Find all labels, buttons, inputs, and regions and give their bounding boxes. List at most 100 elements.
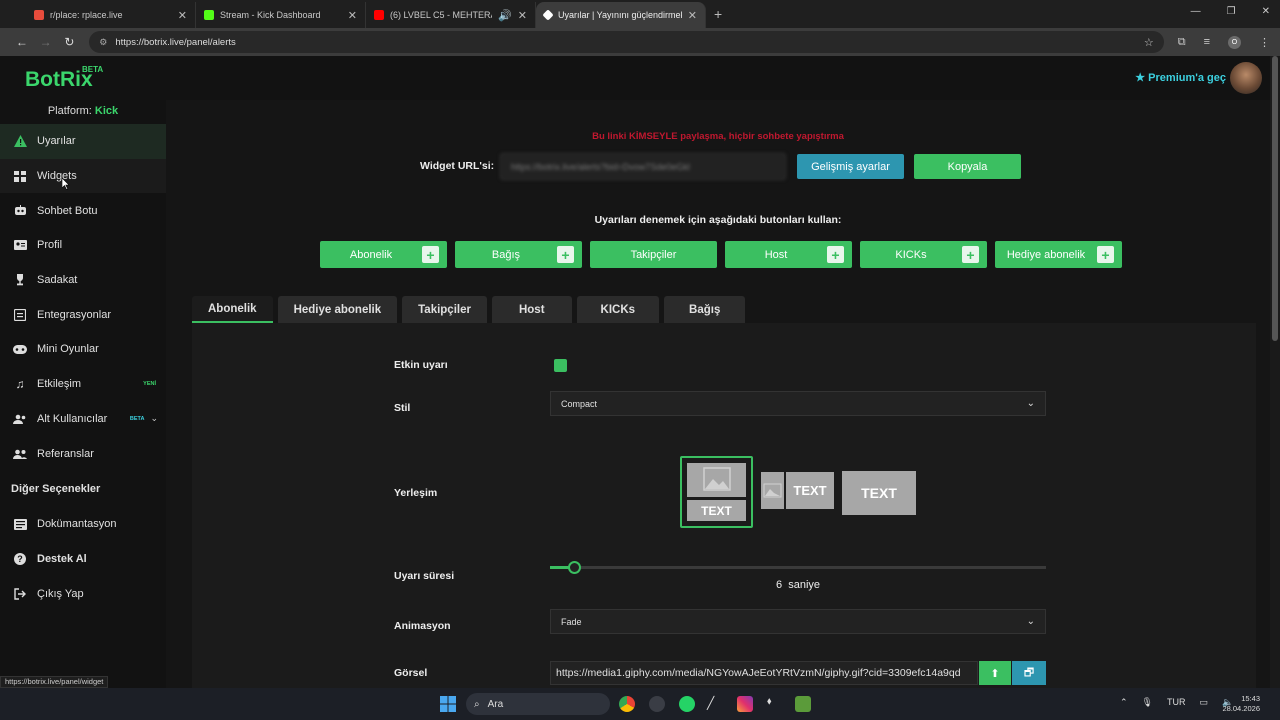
sidebar-item-dokumantasyon[interactable]: Dokümantasyon <box>0 507 166 542</box>
chevron-down-icon[interactable]: ⌄ <box>150 413 158 424</box>
animation-select[interactable]: Fade ⌄ <box>550 609 1046 634</box>
instagram-icon[interactable] <box>737 696 753 712</box>
test-takipciler-button[interactable]: Takipçiler <box>590 241 717 268</box>
slider-handle[interactable] <box>567 561 581 574</box>
tab-close-icon[interactable]: ✕ <box>518 9 527 22</box>
taskbar-clock[interactable]: 15:43 28.04.2026 <box>1222 694 1260 714</box>
image-url-field[interactable]: https://media1.giphy.com/media/NGYowAJeE… <box>550 661 978 685</box>
network-icon[interactable]: ▭ <box>1199 697 1208 708</box>
browser-tab-youtube[interactable]: (6) LVBEL C5 - MEHTERAN 🔊 ✕ <box>366 2 536 28</box>
layout-option-stacked[interactable]: TEXT <box>680 456 753 528</box>
sidebar-item-sohbet-botu[interactable]: Sohbet Botu <box>0 193 166 228</box>
tab-close-icon[interactable]: ✕ <box>178 9 187 22</box>
browser-tab-rplace[interactable]: r/place: rplace.live ✕ <box>26 2 196 28</box>
user-avatar[interactable] <box>1230 62 1262 94</box>
test-kicks-button[interactable]: KICKs + <box>860 241 987 268</box>
app-icon[interactable]: ⬧ <box>767 696 783 712</box>
duration-slider[interactable] <box>550 561 1046 574</box>
url-field[interactable]: ⚙ https://botrix.live/panel/alerts ☆ <box>89 31 1164 53</box>
layout-option-side-image-icon[interactable] <box>761 472 784 509</box>
tab-hediye-abonelik[interactable]: Hediye abonelik <box>277 296 398 323</box>
sidebar-item-mini-oyunlar[interactable]: Mini Oyunlar <box>0 332 166 367</box>
upload-icon[interactable]: ⬆ <box>979 661 1011 685</box>
widget-url-field[interactable]: https://botrix.live/alerts?bid=Dvow7Sde0… <box>500 153 786 180</box>
sidebar-item-etkilesim[interactable]: ♫ Etkileşim YENİ <box>0 367 166 402</box>
microphone-icon[interactable]: 🎙 <box>1142 697 1153 708</box>
test-buttons-row: Abonelik + Bağış + Takipçiler Host + KICKs +… <box>320 241 1122 268</box>
style-select[interactable]: Compact ⌄ <box>550 391 1046 416</box>
pen-icon[interactable]: ╱ <box>707 696 723 712</box>
test-abonelik-button[interactable]: Abonelik + <box>320 241 447 268</box>
layout-option-side-text[interactable]: TEXT <box>786 472 834 509</box>
sidebar-item-sadakat[interactable]: Sadakat <box>0 263 166 298</box>
botrix-favicon-icon <box>542 9 554 21</box>
sidebar-item-widgets[interactable]: Widgets <box>0 158 166 194</box>
platform-indicator: Platform: Kick <box>0 100 166 124</box>
test-instruction: Uyarıları denemek için aşağıdaki butonla… <box>594 214 842 226</box>
back-icon[interactable]: ← <box>10 35 34 49</box>
browser-tab-kick[interactable]: Stream - Kick Dashboard ✕ <box>196 2 366 28</box>
sidebar-item-label: Etkileşim <box>37 378 82 391</box>
rplace-favicon-icon <box>34 10 44 20</box>
test-button-label: Hediye abonelik <box>1006 248 1086 261</box>
test-hediye-abonelik-button[interactable]: Hediye abonelik + <box>995 241 1122 268</box>
scrollbar-thumb[interactable] <box>1272 56 1278 341</box>
copy-button[interactable]: Kopyala <box>914 154 1021 179</box>
robot-icon <box>13 204 27 218</box>
site-info-icon[interactable]: ⚙ <box>99 37 107 48</box>
sidebar-item-profil[interactable]: Profil <box>0 228 166 263</box>
sidebar-item-uyarilar[interactable]: Uyarılar <box>0 124 166 159</box>
tab-kicks[interactable]: KICKs <box>576 296 660 323</box>
reload-icon[interactable]: ↻ <box>58 35 82 49</box>
mouse-cursor-icon <box>62 178 70 190</box>
sidebar-item-cikis-yap[interactable]: Çıkış Yap <box>0 576 166 611</box>
tab-close-icon[interactable]: ✕ <box>348 9 357 22</box>
forward-icon[interactable]: → <box>34 35 58 49</box>
maximize-icon[interactable]: ❐ <box>1227 6 1236 17</box>
page-scrollbar[interactable] <box>1270 56 1280 688</box>
profile-icon[interactable]: O <box>1228 35 1241 49</box>
extensions-icon[interactable]: ⧉ <box>1178 36 1186 49</box>
taskbar-search[interactable]: ⌕ Ara <box>466 693 610 715</box>
tab-host[interactable]: Host <box>491 296 572 323</box>
close-window-icon[interactable]: ✕ <box>1262 6 1270 17</box>
minecraft-icon[interactable] <box>795 696 811 712</box>
chevron-up-icon[interactable]: ⌃ <box>1120 697 1128 708</box>
test-host-button[interactable]: Host + <box>725 241 852 268</box>
tab-takipciler[interactable]: Takipçiler <box>402 296 487 323</box>
test-bagis-button[interactable]: Bağış + <box>455 241 582 268</box>
gallery-icon[interactable]: 🗗 <box>1012 661 1046 685</box>
image-label: Görsel <box>394 667 428 679</box>
kick-app-icon[interactable] <box>823 696 839 712</box>
enabled-checkbox[interactable] <box>554 359 567 372</box>
tab-abonelik[interactable]: Abonelik <box>192 296 273 323</box>
grid-icon <box>13 169 27 183</box>
layout-option-overlay[interactable]: TEXT <box>842 471 916 515</box>
sidebar-item-alt-kullanicilar[interactable]: Alt Kullanıcılar BETA ⌄ <box>0 402 166 437</box>
app-icon[interactable] <box>649 696 665 712</box>
browser-tab-botrix[interactable]: Uyarılar | Yayınını güçlendirmek ✕ <box>536 2 706 28</box>
tab-close-icon[interactable]: ✕ <box>688 9 697 22</box>
windows-start-icon[interactable] <box>440 696 456 712</box>
sidebar-item-destek-al[interactable]: ? Destek Al <box>0 542 166 577</box>
botrix-logo[interactable]: BotRix BETA <box>25 65 103 92</box>
sidebar-item-referanslar[interactable]: Referanslar <box>0 436 166 471</box>
advanced-settings-button[interactable]: Gelişmiş ayarlar <box>797 154 904 179</box>
bookmark-star-icon[interactable]: ☆ <box>1144 36 1154 49</box>
gamepad-icon <box>13 342 27 356</box>
menu-dots-icon[interactable]: ⋮ <box>1259 36 1270 49</box>
whatsapp-icon[interactable] <box>679 696 695 712</box>
premium-link[interactable]: ★ Premium'a geç <box>1135 71 1226 84</box>
slider-fill <box>550 566 570 569</box>
media-control-icon[interactable]: ≡ <box>1204 36 1210 48</box>
chrome-icon[interactable] <box>619 696 635 712</box>
language-indicator[interactable]: TUR <box>1167 697 1186 708</box>
tab-bagis[interactable]: Bağış <box>664 296 746 323</box>
clock-time: 15:43 <box>1241 694 1260 703</box>
main-content: Bu linki KİMSEYLE paylaşma, hiçbir sohbe… <box>166 100 1270 688</box>
audio-icon[interactable]: 🔊 <box>498 9 512 22</box>
sidebar-item-entegrasyonlar[interactable]: Entegrasyonlar <box>0 297 166 332</box>
new-tab-icon[interactable]: + <box>714 6 722 22</box>
layout-text: TEXT <box>861 485 897 501</box>
minimize-icon[interactable]: — <box>1191 6 1201 17</box>
